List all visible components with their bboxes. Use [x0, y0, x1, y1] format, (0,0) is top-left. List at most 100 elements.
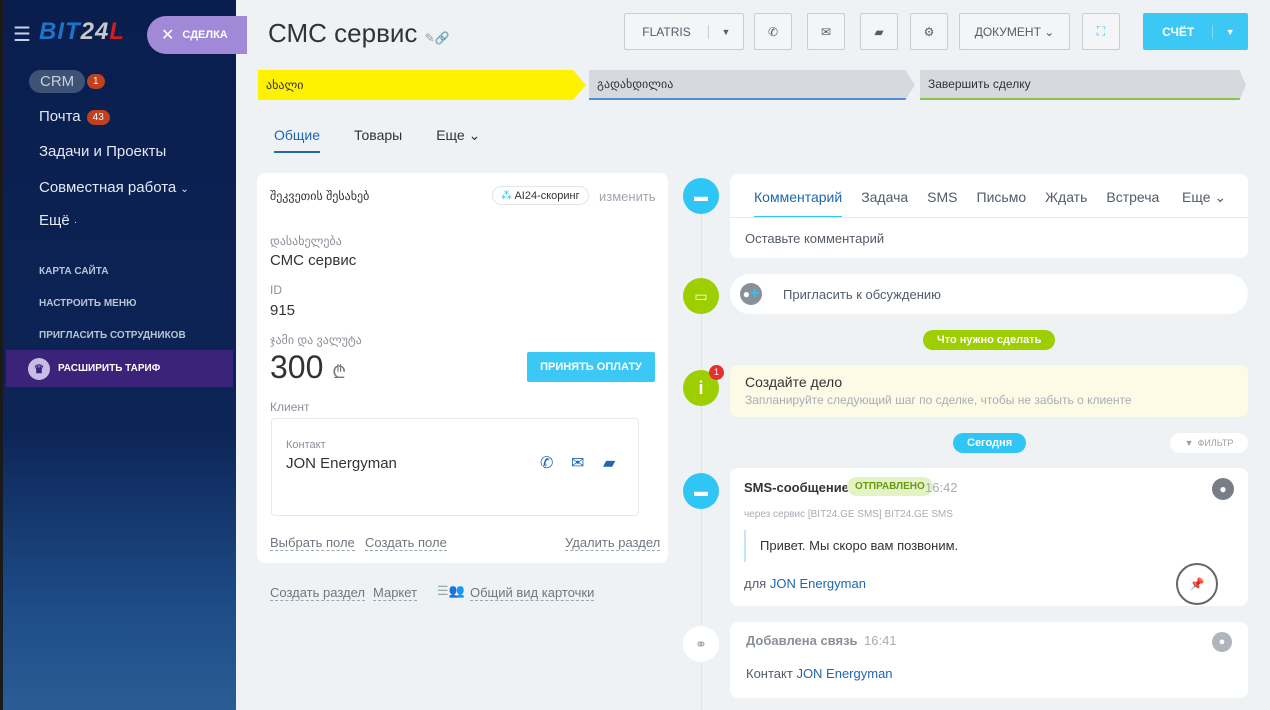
contact-label: Контакт [286, 439, 326, 451]
tab-email[interactable]: Письмо [977, 189, 1027, 218]
title-text: СМС сервис [268, 18, 418, 48]
tab-task[interactable]: Задача [861, 189, 908, 218]
contact-link[interactable]: JON Energyman [796, 666, 892, 681]
sms-icon: ▬ [683, 473, 719, 509]
link-contact: Контакт JON Energyman [746, 666, 893, 681]
configure-menu-link[interactable]: НАСТРОИТЬ МЕНЮ [39, 298, 136, 309]
sms-via: через сервис [BIT24.GE SMS] BIT24.GE SMS [744, 509, 953, 520]
card-view-link[interactable]: Общий вид карточки [470, 585, 595, 601]
ai-icon: ⁂ [501, 190, 512, 202]
sidebar-item-collab[interactable]: Совместная работа ⌄ [39, 179, 189, 196]
close-deal-tab[interactable]: ✕ СДЕЛКА [147, 16, 247, 54]
accept-payment-button[interactable]: ПРИНЯТЬ ОПЛАТУ [527, 352, 655, 382]
link-time: 16:41 [864, 633, 897, 648]
stage-finish[interactable]: Завершить сделку [920, 70, 1246, 100]
sidebar-item-mail[interactable]: Почта 43 [39, 108, 110, 125]
ai-scoring-badge[interactable]: ⁂ AI24-скоринг [492, 186, 589, 205]
delete-section-link[interactable]: Удалить раздел [565, 535, 661, 551]
invoice-button[interactable]: СЧЁТ ▼ [1143, 13, 1248, 50]
id-label: ID [270, 283, 282, 297]
create-task-card[interactable]: Создайте дело Запланируйте следующий шаг… [730, 365, 1248, 417]
scan-button[interactable]: ⛶ [1082, 13, 1120, 50]
settings-button[interactable]: ⚙ [910, 13, 948, 50]
envelope-icon[interactable]: ✉ [571, 453, 584, 473]
comment-input[interactable]: Оставьте комментарий [745, 231, 884, 246]
link-icon: ⚭ [683, 626, 719, 662]
select-field-link[interactable]: Выбрать поле [270, 535, 355, 551]
scan-icon: ⛶ [1096, 24, 1106, 38]
filter-button[interactable]: ▼ ФИЛЬТР [1170, 433, 1248, 453]
label: СЧЁТ [1144, 24, 1214, 39]
sidebar-item-crm[interactable]: CRM [29, 70, 86, 93]
sidebar: ☰ BIT24L CRM 1 Почта 43 Задачи и Проекты … [0, 0, 236, 710]
close-icon: ✕ [161, 27, 175, 44]
market-link[interactable]: Маркет [373, 585, 418, 601]
chevron-down-icon: ⌄ [468, 127, 481, 143]
invite-link[interactable]: ПРИГЛАСИТЬ СОТРУДНИКОВ [39, 330, 186, 341]
recipient-link[interactable]: JON Energyman [770, 576, 866, 591]
activity-editor: Комментарий Задача SMS Письмо Ждать Встр… [730, 174, 1248, 258]
call-button[interactable]: ✆ [754, 13, 792, 50]
discussion-icon: ▭ [683, 278, 719, 314]
gear-icon: ⚙ [923, 24, 935, 39]
logo[interactable]: BIT24L [39, 18, 125, 46]
sitemap-link[interactable]: КАРТА САЙТА [39, 266, 108, 277]
chat-icon: ▰ [874, 24, 884, 39]
envelope-icon: ✉ [820, 24, 832, 39]
menu-icon[interactable]: ☰ [13, 22, 31, 47]
chevron-down-icon: ▼ [1225, 26, 1235, 37]
stage-new[interactable]: ახალი [258, 70, 586, 100]
avatar[interactable]: ● [1212, 478, 1234, 500]
stage-paid[interactable]: გადახდილია [589, 70, 915, 100]
tab-sms[interactable]: SMS [927, 189, 957, 218]
label: Почта [39, 108, 81, 125]
status-badge: ОТПРАВЛЕНО [847, 477, 933, 496]
chat-icon[interactable]: ▰ [603, 453, 615, 473]
logo-part: BIT [39, 18, 81, 45]
phone-icon[interactable]: ✆ [540, 453, 553, 473]
create-field-link[interactable]: Создать поле [365, 535, 447, 551]
chevron-down-icon: · [73, 217, 78, 228]
label: Совместная работа [39, 179, 177, 196]
pin-icon[interactable]: 📌 [1176, 563, 1218, 605]
tab-wait[interactable]: Ждать [1045, 189, 1087, 218]
label: Пригласить к обсуждению [783, 287, 941, 302]
link-added-card: Добавлена связь 16:41 ● Контакт JON Ener… [730, 622, 1248, 698]
upgrade-button[interactable]: ♛ РАСШИРИТЬ ТАРИФ [6, 350, 233, 387]
flatris-button[interactable]: FLATRIS ▼ [624, 13, 744, 50]
phone-icon: ✆ [767, 24, 779, 39]
sidebar-item-tasks[interactable]: Задачи и Проекты [39, 143, 166, 160]
chevron-down-icon: ▼ [721, 26, 731, 37]
avatar[interactable]: ● [1212, 632, 1232, 652]
link-title: Добавлена связь [746, 633, 858, 648]
tab-products[interactable]: Товары [354, 127, 402, 153]
filter-icon: ▼ [1184, 438, 1194, 448]
invite-discussion[interactable]: ●+ Пригласить к обсуждению [730, 274, 1248, 314]
create-section-link[interactable]: Создать раздел [270, 585, 365, 601]
activity-tabs: Комментарий Задача SMS Письмо Ждать Встр… [754, 189, 1159, 218]
email-button[interactable]: ✉ [807, 13, 845, 50]
tab-more[interactable]: Еще ⌄ [436, 127, 480, 153]
tab-more[interactable]: Еще ⌄ [1182, 189, 1226, 206]
document-button[interactable]: ДОКУМЕНТ ⌄ [959, 13, 1070, 50]
label: Еще [436, 127, 465, 143]
amount-value: 300 ₾ [270, 349, 346, 386]
label: для [744, 576, 767, 591]
tab-meeting[interactable]: Встреча [1106, 189, 1159, 218]
amount-label: ჯამი და ვალუტა [270, 333, 362, 347]
sms-recipient: для JON Energyman [744, 576, 866, 591]
label: РАСШИРИТЬ ТАРИФ [58, 363, 161, 374]
label: СДЕЛКА [182, 29, 228, 41]
sidebar-item-more[interactable]: Ещё · [39, 212, 77, 229]
edit-link[interactable]: изменить [599, 189, 656, 204]
contact-name[interactable]: JON Energyman [286, 455, 397, 472]
label: Ещё [39, 212, 70, 229]
user-add-icon: ●+ [740, 283, 762, 305]
pencil-icon[interactable]: ✎ [425, 31, 435, 45]
client-label: Клиент [270, 400, 310, 414]
chat-button[interactable]: ▰ [860, 13, 898, 50]
card-view-icon: ☰👥 [437, 583, 465, 598]
tab-general[interactable]: Общие [274, 127, 321, 153]
link-icon[interactable]: 🔗 [435, 31, 450, 45]
tab-comment[interactable]: Комментарий [754, 189, 843, 218]
